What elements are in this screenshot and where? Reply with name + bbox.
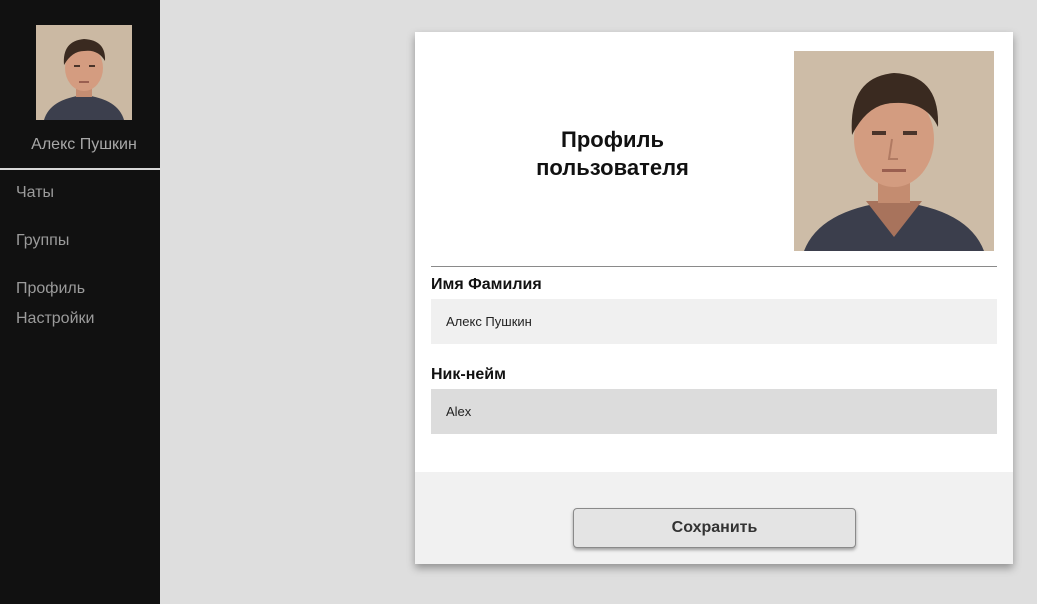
sidebar-item-groups[interactable]: Группы bbox=[16, 232, 69, 250]
avatar bbox=[36, 25, 132, 120]
card-divider bbox=[431, 266, 997, 267]
nickname-label: Ник-нейм bbox=[431, 366, 506, 383]
sidebar-item-settings[interactable]: Настройки bbox=[16, 310, 94, 328]
full-name-input[interactable] bbox=[431, 299, 997, 344]
nickname-input[interactable] bbox=[431, 389, 997, 434]
sidebar-divider bbox=[0, 168, 160, 170]
save-button[interactable]: Сохранить bbox=[573, 508, 856, 548]
avatar-portrait-image bbox=[36, 25, 132, 120]
profile-photo bbox=[794, 51, 994, 251]
sidebar-item-chats[interactable]: Чаты bbox=[16, 184, 54, 202]
page-title: Профиль пользователя bbox=[536, 127, 689, 180]
profile-portrait-image bbox=[794, 51, 994, 251]
sidebar: Алекс Пушкин Чаты Группы Профиль Настрой… bbox=[0, 0, 160, 604]
profile-card: Профиль пользователя Имя Фамилия Ник-ней… bbox=[415, 32, 1013, 564]
card-footer: Сохранить bbox=[415, 472, 1013, 564]
sidebar-user-name: Алекс Пушкин bbox=[31, 136, 137, 153]
sidebar-item-profile[interactable]: Профиль bbox=[16, 280, 85, 298]
full-name-label: Имя Фамилия bbox=[431, 276, 542, 293]
